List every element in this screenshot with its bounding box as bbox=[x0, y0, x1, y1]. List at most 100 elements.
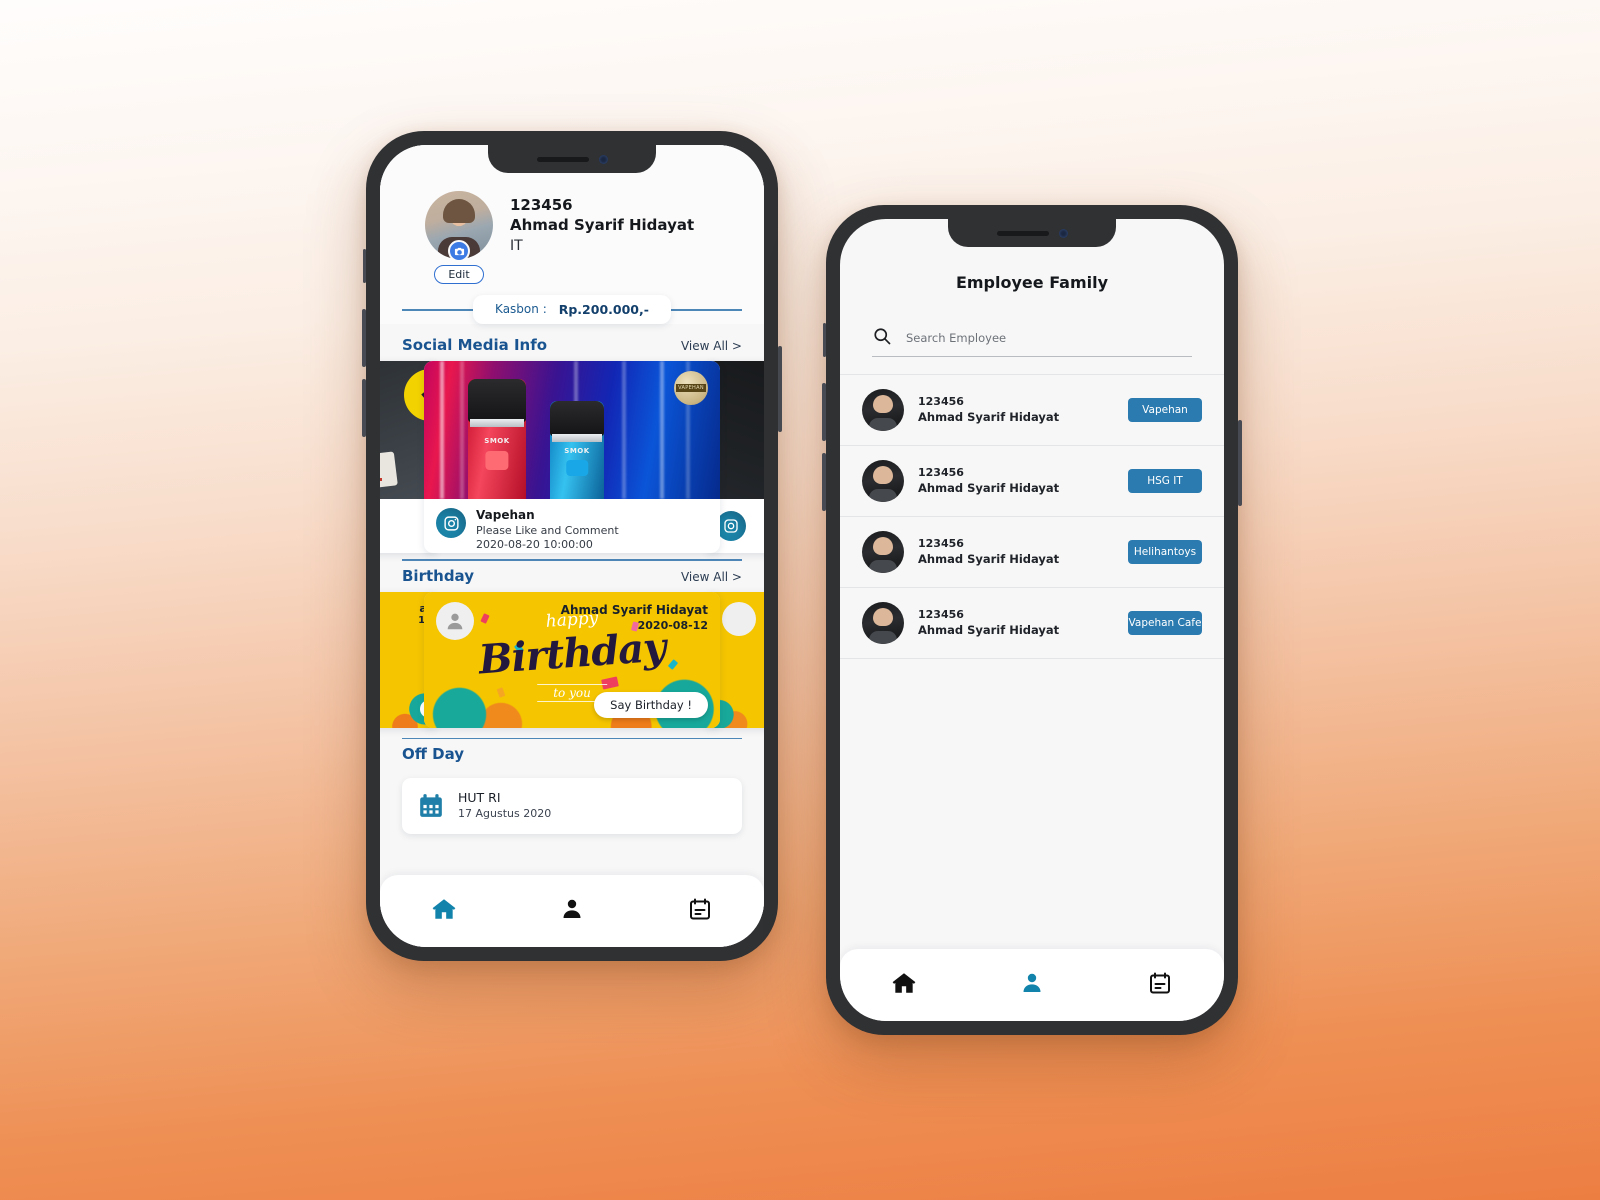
employee-info: 123456 Ahmad Syarif Hidayat bbox=[918, 395, 1114, 425]
table-row[interactable]: 123456 Ahmad Syarif Hidayat HSG IT bbox=[840, 445, 1224, 517]
employee-name: Ahmad Syarif Hidayat bbox=[918, 551, 1060, 566]
table-row[interactable]: 123456 Ahmad Syarif Hidayat Vapehan bbox=[840, 374, 1224, 446]
avatar bbox=[862, 460, 904, 502]
tab-calendar[interactable] bbox=[683, 894, 717, 928]
phone-left-screen: Edit 123456 Ahmad Syarif Hidayat IT Kasb… bbox=[380, 145, 764, 947]
calendar-icon bbox=[688, 897, 712, 925]
volume-down-button[interactable] bbox=[362, 379, 366, 437]
social-media-timestamp: 2020-08-20 10:00:00 bbox=[476, 538, 593, 552]
bottom-navigation bbox=[840, 949, 1224, 1021]
employee-family-screen: Employee Family 123456 Ahmad Syarif Hida… bbox=[840, 219, 1224, 1021]
calendar-icon bbox=[418, 793, 444, 819]
social-media-view-all[interactable]: View All > bbox=[681, 339, 742, 353]
off-day-title: Off Day bbox=[402, 745, 465, 763]
off-day-text: HUT RI 17 Agustus 2020 bbox=[458, 790, 551, 822]
power-button[interactable] bbox=[1238, 420, 1242, 506]
instagram-icon[interactable] bbox=[436, 508, 466, 538]
off-day-item[interactable]: HUT RI 17 Agustus 2020 bbox=[402, 778, 742, 834]
avatar bbox=[862, 531, 904, 573]
employee-name: Ahmad Syarif Hidayat bbox=[918, 480, 1060, 495]
birthday-card-body: Ahmad Syarif Hidayat 2020-08-12 happy Bi… bbox=[424, 591, 720, 728]
bottom-navigation bbox=[380, 875, 764, 947]
kasbon-section: Kasbon : Rp.200.000,- bbox=[380, 294, 764, 324]
table-row[interactable]: 123456 Ahmad Syarif Hidayat Vapehan Cafe bbox=[840, 587, 1224, 659]
employee-name: Ahmad Syarif Hidayat bbox=[918, 622, 1060, 637]
status-badge[interactable]: Vapehan bbox=[1128, 398, 1202, 422]
birthday-header: Birthday View All > bbox=[380, 561, 764, 592]
search-icon bbox=[872, 326, 892, 350]
social-media-caption: Please Like and Comment bbox=[476, 523, 619, 537]
employee-info: 123456 Ahmad Syarif Hidayat bbox=[918, 537, 1114, 567]
front-camera bbox=[598, 154, 608, 164]
volume-up-button[interactable] bbox=[822, 383, 826, 441]
employee-id: 123456 bbox=[918, 394, 964, 408]
volume-up-button[interactable] bbox=[362, 309, 366, 367]
volume-down-button[interactable] bbox=[822, 453, 826, 511]
calendar-icon bbox=[1148, 971, 1172, 999]
off-day-name: HUT RI bbox=[458, 790, 501, 805]
person-icon bbox=[560, 897, 584, 925]
home-icon bbox=[431, 896, 457, 926]
status-badge[interactable]: Vapehan Cafe bbox=[1128, 611, 1202, 635]
tab-home[interactable] bbox=[887, 968, 921, 1002]
person-placeholder-icon bbox=[436, 601, 474, 640]
mute-switch[interactable] bbox=[363, 249, 366, 283]
search-bar[interactable] bbox=[872, 326, 1192, 357]
tab-employee[interactable] bbox=[555, 894, 589, 928]
employee-name: Ahmad Syarif Hidayat bbox=[918, 409, 1060, 424]
phone-left: Edit 123456 Ahmad Syarif Hidayat IT Kasb… bbox=[362, 131, 782, 961]
employee-id: 123456 bbox=[918, 607, 964, 621]
person-icon bbox=[1020, 971, 1044, 999]
profile-identity: 123456 Ahmad Syarif Hidayat IT bbox=[510, 191, 694, 257]
notch bbox=[948, 219, 1116, 247]
social-media-card[interactable]: SMOK SMOK VAPEHAN Vapehan Please Like an… bbox=[424, 361, 720, 553]
mute-switch[interactable] bbox=[823, 323, 826, 357]
camera-icon[interactable] bbox=[448, 240, 470, 262]
profile-name: Ahmad Syarif Hidayat bbox=[510, 216, 695, 235]
social-media-title: Social Media Info bbox=[402, 336, 548, 354]
employee-list: 123456 Ahmad Syarif Hidayat Vapehan 1234… bbox=[840, 374, 1224, 949]
employee-info: 123456 Ahmad Syarif Hidayat bbox=[918, 466, 1114, 496]
birthday-title: Birthday bbox=[402, 566, 474, 585]
employee-id: 123456 bbox=[918, 465, 964, 479]
social-media-header: Social Media Info View All > bbox=[380, 330, 764, 361]
earpiece-speaker bbox=[996, 230, 1049, 236]
phone-right-screen: Employee Family 123456 Ahmad Syarif Hida… bbox=[840, 219, 1224, 1021]
tab-calendar[interactable] bbox=[1143, 968, 1177, 1002]
home-icon bbox=[891, 970, 917, 1000]
off-day-header: Off Day bbox=[380, 739, 764, 770]
avatar bbox=[862, 389, 904, 431]
birthday-view-all[interactable]: View All > bbox=[681, 570, 742, 584]
earpiece-speaker bbox=[536, 156, 589, 162]
search-input[interactable] bbox=[906, 331, 1192, 345]
home-scroll-area[interactable]: Social Media Info View All > SMOK SMOK V… bbox=[380, 324, 764, 875]
status-badge[interactable]: Helihantoys bbox=[1128, 540, 1202, 564]
power-button[interactable] bbox=[778, 346, 782, 432]
table-row[interactable]: 123456 Ahmad Syarif Hidayat Helihantoys bbox=[840, 516, 1224, 588]
profile-employee-id: 123456 bbox=[510, 196, 573, 214]
edit-profile-button[interactable]: Edit bbox=[434, 265, 484, 284]
kasbon-label: Kasbon : bbox=[495, 302, 547, 316]
employee-info: 123456 Ahmad Syarif Hidayat bbox=[918, 608, 1114, 638]
social-media-card-meta: Vapehan Please Like and Comment 2020-08-… bbox=[424, 499, 720, 553]
avatar bbox=[862, 602, 904, 644]
social-media-text: Vapehan Please Like and Comment 2020-08-… bbox=[476, 508, 619, 553]
phone-right: Employee Family 123456 Ahmad Syarif Hida… bbox=[822, 205, 1242, 1035]
employee-id: 123456 bbox=[918, 536, 964, 550]
say-birthday-button[interactable]: Say Birthday ! bbox=[594, 691, 708, 718]
social-media-image: SMOK SMOK VAPEHAN bbox=[424, 361, 720, 499]
home-screen: Edit 123456 Ahmad Syarif Hidayat IT Kasb… bbox=[380, 145, 764, 947]
birthday-carousel[interactable]: at 12 bbox=[380, 591, 764, 732]
status-badge[interactable]: HSG IT bbox=[1128, 469, 1202, 493]
kasbon-card[interactable]: Kasbon : Rp.200.000,- bbox=[473, 294, 671, 324]
notch bbox=[488, 145, 656, 173]
instagram-icon bbox=[716, 511, 746, 541]
front-camera bbox=[1058, 228, 1068, 238]
profile-department: IT bbox=[510, 237, 523, 254]
brand-seal: VAPEHAN bbox=[674, 371, 708, 405]
tab-employee[interactable] bbox=[1015, 968, 1049, 1002]
tab-home[interactable] bbox=[427, 894, 461, 928]
kasbon-amount: Rp.200.000,- bbox=[558, 301, 649, 317]
social-media-carousel[interactable]: SMOK SMOK VAPEHAN Vapehan Please Like an… bbox=[380, 361, 764, 557]
birthday-card[interactable]: Ahmad Syarif Hidayat 2020-08-12 happy Bi… bbox=[424, 591, 720, 728]
